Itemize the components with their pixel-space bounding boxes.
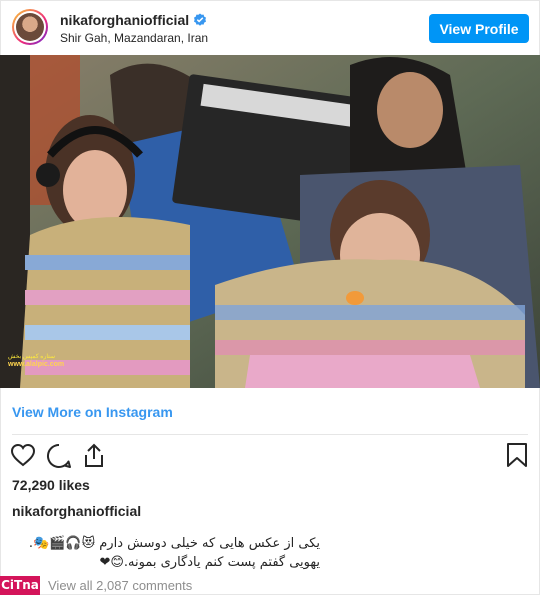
divider	[12, 434, 528, 435]
share-icon[interactable]	[82, 442, 106, 473]
post-header: nikaforghaniofficial Shir Gah, Mazandara…	[0, 0, 540, 55]
citna-logo-badge: CiTna	[0, 576, 40, 595]
watermark-url: www.alalpic.com	[8, 361, 65, 368]
caption-line-1: یکی از عکس هایی که خیلی دوسش دارم 😻🎧🎬🎭.	[28, 536, 320, 551]
likes-count[interactable]: 72,290 likes	[12, 477, 90, 493]
location-link[interactable]: Shir Gah, Mazandaran, Iran	[60, 31, 208, 45]
comment-icon[interactable]	[46, 443, 72, 474]
username-link[interactable]: nikaforghaniofficial	[60, 12, 207, 30]
view-all-comments-link[interactable]: View all 2,087 comments	[48, 578, 192, 593]
post-photo[interactable]	[0, 55, 540, 388]
view-profile-button[interactable]: View Profile	[429, 14, 529, 43]
verified-icon	[193, 13, 207, 30]
username-text: nikaforghaniofficial	[60, 12, 190, 28]
bookmark-icon[interactable]	[506, 442, 528, 473]
watermark-text: ستاره کمپس بخش	[8, 354, 56, 360]
avatar[interactable]	[12, 9, 48, 45]
photo-watermark: ستاره کمپس بخش www.alalpic.com	[8, 354, 64, 368]
heart-icon[interactable]	[10, 443, 36, 472]
caption-username[interactable]: nikaforghaniofficial	[12, 503, 141, 519]
caption-line-2: یهویی گفتم پست کنم یادگاری بمونه.😊❤	[99, 555, 320, 570]
view-more-link[interactable]: View More on Instagram	[12, 404, 173, 420]
